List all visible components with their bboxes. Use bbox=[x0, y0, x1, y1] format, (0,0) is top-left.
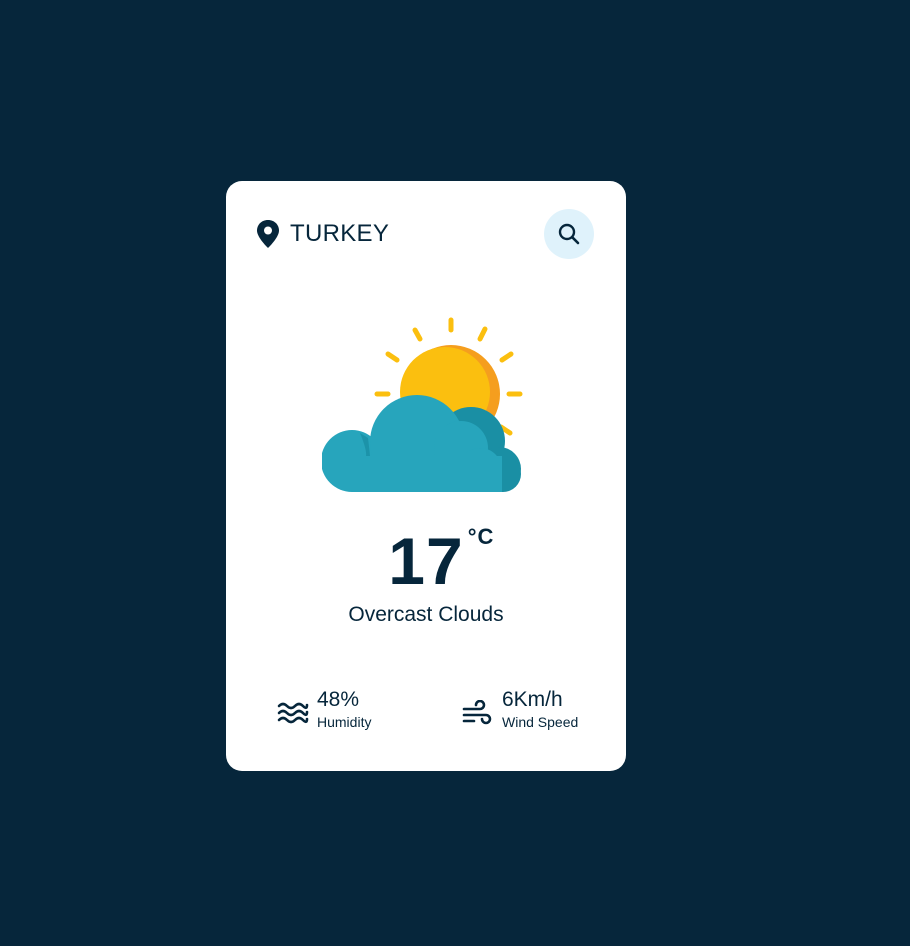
humidity-label: Humidity bbox=[317, 714, 372, 730]
location-pin-icon bbox=[257, 220, 279, 248]
weather-details: 48% Humidity 6Km/h Wind Speed bbox=[226, 686, 626, 736]
card-header: TURKEY bbox=[256, 209, 594, 259]
search-button[interactable] bbox=[544, 209, 594, 259]
waves-icon bbox=[277, 702, 309, 724]
search-icon bbox=[558, 223, 580, 245]
wind-value: 6Km/h bbox=[502, 688, 563, 711]
temperature-block: 17 °C bbox=[226, 524, 626, 598]
humidity-value: 48% bbox=[317, 688, 360, 711]
temperature-value: 17 bbox=[388, 524, 464, 598]
temperature-unit: °C bbox=[467, 524, 495, 549]
wind-label: Wind Speed bbox=[502, 714, 579, 730]
wind-icon bbox=[462, 700, 492, 725]
city-name: TURKEY bbox=[290, 220, 390, 247]
partly-cloudy-icon bbox=[322, 317, 523, 492]
temperature: 17 °C bbox=[388, 524, 493, 598]
weather-description: Overcast Clouds bbox=[348, 603, 504, 626]
weather-card: TURKEY 17 °C Overcast Clouds 48% Humidit… bbox=[226, 181, 626, 771]
